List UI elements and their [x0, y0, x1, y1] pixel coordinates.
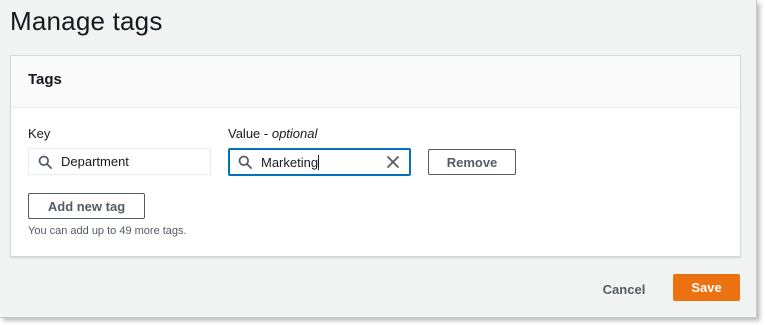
- value-input[interactable]: [261, 154, 319, 170]
- key-input[interactable]: [61, 154, 181, 169]
- search-icon: [238, 155, 252, 169]
- manage-tags-window: Manage tags Tags Key Value - optional De…: [0, 0, 757, 318]
- add-new-tag-button[interactable]: Add new tag: [28, 193, 145, 219]
- page-title: Manage tags: [10, 6, 163, 36]
- panel-body: Key Value - optional Department Marketin…: [11, 108, 740, 256]
- value-field[interactable]: [228, 148, 411, 176]
- key-label-text: Key: [28, 126, 51, 141]
- tag-limit-hint: You can add up to 49 more tags.: [28, 225, 187, 237]
- panel-header: Tags: [11, 56, 740, 108]
- cancel-button[interactable]: Cancel: [595, 280, 653, 298]
- panel-title: Tags: [28, 71, 62, 88]
- tags-panel: Tags Key Value - optional Department Mar…: [10, 55, 741, 257]
- value-label: Value - optional: [228, 126, 317, 141]
- search-icon: [38, 155, 52, 169]
- save-button[interactable]: Save: [673, 274, 740, 301]
- text-caret: [318, 154, 319, 170]
- key-field[interactable]: [28, 148, 211, 175]
- value-label-text: Value -: [228, 126, 272, 141]
- value-label-optional: optional: [271, 126, 318, 141]
- key-label: Key: [28, 126, 50, 141]
- close-icon[interactable]: [386, 155, 400, 169]
- remove-button[interactable]: Remove: [428, 149, 516, 175]
